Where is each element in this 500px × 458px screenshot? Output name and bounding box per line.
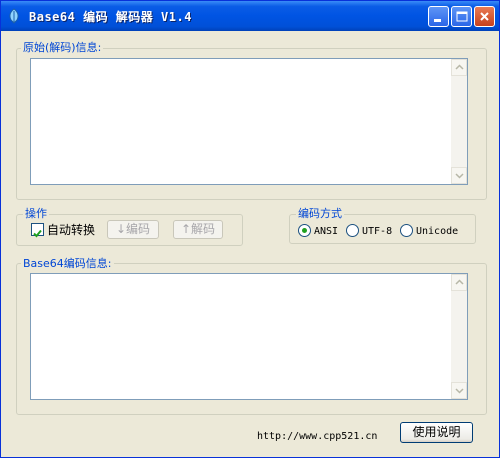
app-leaf-icon bbox=[6, 8, 22, 24]
auto-convert-label[interactable]: 自动转换 bbox=[47, 223, 95, 237]
scroll-down-button[interactable] bbox=[451, 382, 467, 399]
decode-button[interactable]: ↑解码 bbox=[173, 220, 223, 239]
website-url: http://www.cpp521.cn bbox=[257, 431, 378, 442]
minimize-button[interactable] bbox=[428, 6, 449, 27]
encoded-group-label: Base64编码信息: bbox=[21, 257, 114, 270]
scroll-up-button[interactable] bbox=[451, 59, 467, 76]
radio-utf8[interactable] bbox=[346, 224, 359, 237]
source-group-label: 原始(解码)信息: bbox=[21, 41, 104, 54]
encoding-group-label: 编码方式 bbox=[296, 207, 344, 220]
radio-ansi-label[interactable]: ANSI bbox=[314, 225, 338, 239]
app-window: Base64 编码 解码器 V1.4 原始(解码)信息: 操作 自动转换 ↓编码… bbox=[0, 0, 500, 458]
window-title: Base64 编码 解码器 V1.4 bbox=[29, 10, 192, 24]
encode-button[interactable]: ↓编码 bbox=[107, 220, 159, 239]
radio-unicode-label[interactable]: Unicode bbox=[416, 225, 458, 239]
scroll-up-icon bbox=[455, 279, 464, 285]
encoded-textarea[interactable] bbox=[30, 273, 468, 400]
radio-utf8-label[interactable]: UTF-8 bbox=[362, 225, 392, 239]
operation-group-label: 操作 bbox=[23, 207, 49, 220]
minimize-icon bbox=[434, 19, 441, 22]
radio-unicode[interactable] bbox=[400, 224, 413, 237]
encoded-scrollbar[interactable] bbox=[451, 274, 467, 399]
close-icon bbox=[480, 12, 489, 21]
auto-convert-checkbox[interactable] bbox=[31, 223, 44, 238]
source-textarea[interactable] bbox=[30, 58, 468, 185]
scroll-down-icon bbox=[455, 173, 464, 179]
radio-ansi[interactable] bbox=[298, 224, 311, 237]
source-scrollbar[interactable] bbox=[451, 59, 467, 184]
close-button[interactable] bbox=[474, 6, 495, 27]
scroll-up-button[interactable] bbox=[451, 274, 467, 291]
maximize-icon bbox=[456, 11, 468, 22]
scroll-down-button[interactable] bbox=[451, 167, 467, 184]
radio-selected-dot bbox=[302, 228, 307, 233]
scroll-down-icon bbox=[455, 388, 464, 394]
help-button[interactable]: 使用说明 bbox=[400, 422, 473, 443]
checkmark-icon bbox=[33, 229, 42, 238]
title-bar[interactable]: Base64 编码 解码器 V1.4 bbox=[1, 1, 499, 31]
scroll-up-icon bbox=[455, 64, 464, 70]
maximize-button[interactable] bbox=[451, 6, 472, 27]
